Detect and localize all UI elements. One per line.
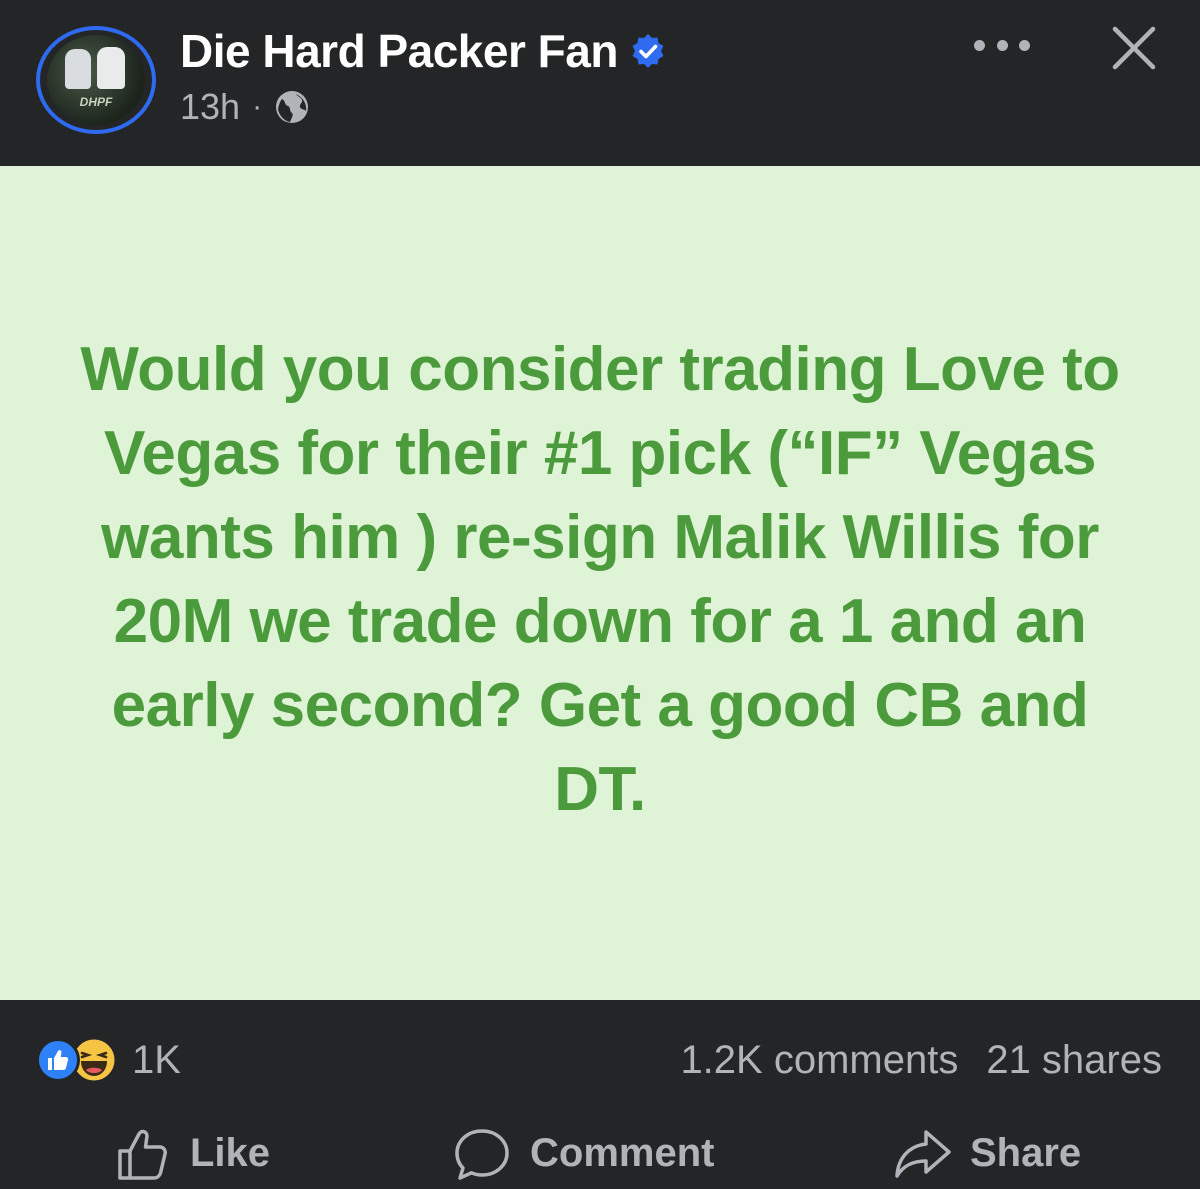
comment-button[interactable]: Comment	[452, 1118, 714, 1189]
post-time[interactable]: 13h	[180, 86, 240, 128]
like-button[interactable]: Like	[112, 1118, 270, 1189]
share-label: Share	[970, 1131, 1082, 1175]
more-dot	[1019, 39, 1030, 51]
page-avatar[interactable]: DHPF	[36, 26, 156, 134]
post-meta: 13h ·	[180, 86, 310, 128]
reaction-count: 1K	[132, 1038, 181, 1082]
more-dot	[996, 39, 1008, 51]
avatar-image: DHPF	[47, 35, 145, 125]
comment-bubble-icon	[455, 1128, 509, 1180]
engagement-counts: 1.2K comments 21 shares	[680, 1036, 1162, 1084]
post-text: Would you consider trading Love to Vegas…	[80, 335, 1120, 824]
like-label: Like	[190, 1131, 271, 1175]
share-button[interactable]: Share	[892, 1118, 1081, 1189]
avatar-logo: DHPF	[79, 95, 113, 109]
post-header: DHPF Die Hard Packer Fan 13h ·	[0, 0, 1200, 166]
globe-icon[interactable]	[274, 89, 310, 125]
avatar-player-right	[97, 47, 125, 89]
meta-separator: ·	[252, 90, 263, 123]
thumbs-up-icon	[118, 1129, 167, 1180]
share-count[interactable]: 21 shares	[986, 1036, 1162, 1084]
close-icon[interactable]	[1110, 24, 1158, 72]
post-content: Would you consider trading Love to Vegas…	[0, 166, 1200, 1000]
avatar-player-left	[65, 49, 91, 89]
verified-badge-icon	[632, 34, 664, 68]
page-name-row: Die Hard Packer Fan	[180, 24, 666, 78]
share-arrow-icon	[895, 1129, 951, 1178]
comment-label: Comment	[530, 1131, 715, 1175]
page-name[interactable]: Die Hard Packer Fan	[180, 24, 618, 78]
more-dot	[974, 39, 985, 51]
action-bar: Like Comment Share	[0, 1118, 1200, 1189]
like-reaction-icon	[36, 1038, 80, 1082]
more-options-icon[interactable]	[974, 30, 1030, 60]
comment-count[interactable]: 1.2K comments	[680, 1036, 958, 1084]
reactions-summary[interactable]: 1K	[36, 1036, 181, 1084]
